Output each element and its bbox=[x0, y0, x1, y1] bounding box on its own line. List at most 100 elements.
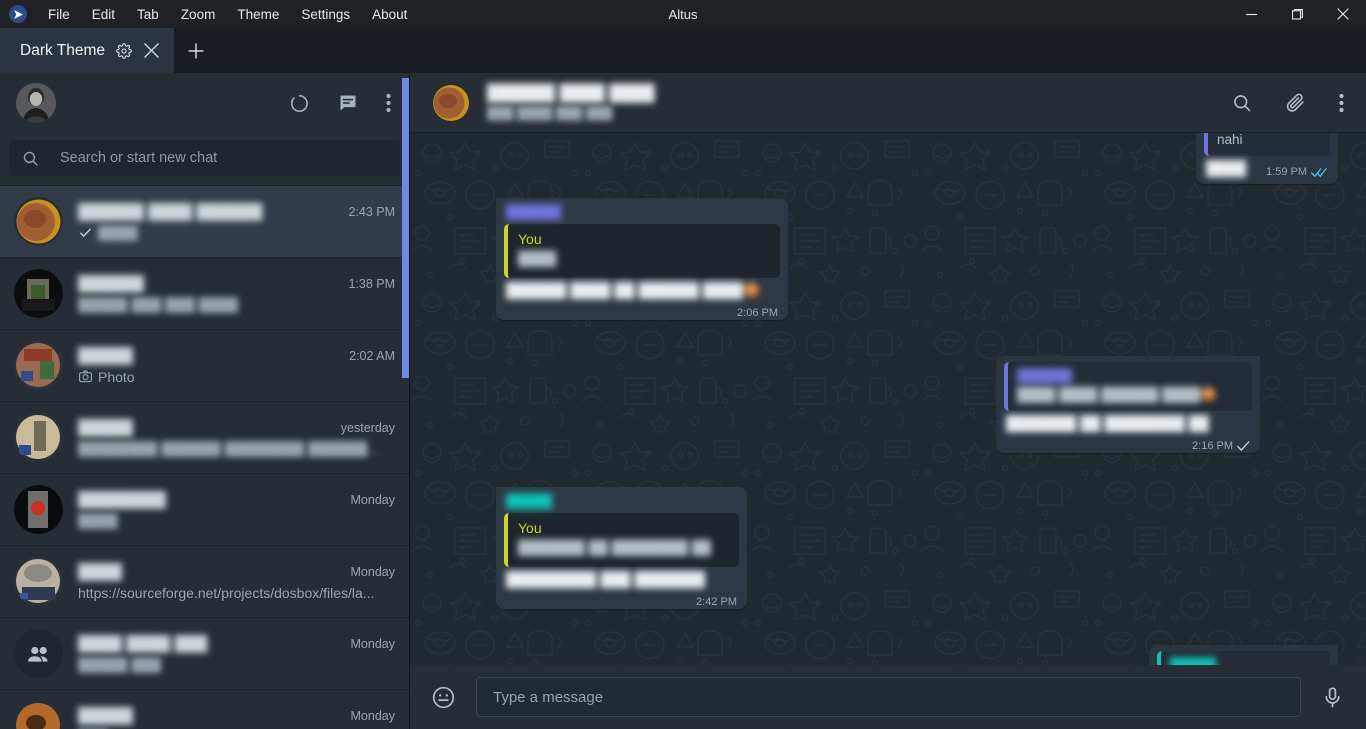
chat-name: █████ bbox=[78, 418, 133, 436]
quoted-text: Pujo kar tarix nahi bbox=[1217, 133, 1243, 147]
chat-list-item[interactable]: █████ Monday ███ bbox=[0, 690, 409, 729]
chat-item-body: ██████ 1:38 PM █████ ███ ███ ████ bbox=[78, 275, 395, 313]
contact-name: ██████ ████ ████ bbox=[487, 85, 655, 102]
quoted-message[interactable]: ██████ ████ ████ ██████ ████🍪 bbox=[1004, 361, 1252, 411]
chat-item-body: █████ 2:02 AM Photo bbox=[78, 347, 395, 385]
search-input[interactable] bbox=[60, 150, 387, 166]
message-text: ███████ ██ ████████ ██ bbox=[1006, 415, 1209, 432]
close-icon[interactable] bbox=[143, 42, 160, 59]
menu-icon[interactable] bbox=[1339, 93, 1344, 113]
message-row: █████ ████ ██ █████ ██ ██ █████ ████ 2:4… bbox=[438, 644, 1338, 665]
chat-time: Monday bbox=[350, 708, 395, 723]
sidebar-scrollbar[interactable] bbox=[402, 78, 409, 378]
message-text: ██████ ████ ██ ██████ ████🍪 bbox=[506, 282, 761, 299]
altus-logo-icon bbox=[9, 5, 27, 23]
message-bubble-outgoing[interactable]: Pujo kar tarix nahi ████ 1:59 PM bbox=[1196, 133, 1338, 184]
window-controls bbox=[1228, 0, 1366, 28]
tab-dark-theme[interactable]: Dark Theme bbox=[0, 28, 174, 73]
chat-item-body: █████ yesterday ████████ ██████ ████████… bbox=[78, 419, 395, 457]
chat-preview: ████ bbox=[78, 512, 118, 529]
menu-file[interactable]: File bbox=[37, 3, 81, 26]
message-time: 2:06 PM bbox=[737, 306, 778, 319]
status-icon[interactable] bbox=[289, 93, 310, 114]
chat-item-body: ██████ ████ ██████ 2:43 PM ████ bbox=[78, 203, 395, 241]
sidebar: ██████ ████ ██████ 2:43 PM ████ bbox=[0, 73, 410, 729]
quoted-message[interactable]: █████ ████ ██ █████ ██ ██ █████ bbox=[1157, 650, 1330, 665]
minimize-icon[interactable] bbox=[1228, 0, 1274, 28]
new-chat-icon[interactable] bbox=[338, 93, 358, 113]
chat-name: █████ bbox=[78, 706, 133, 724]
menu-zoom[interactable]: Zoom bbox=[170, 3, 227, 26]
avatar bbox=[14, 557, 63, 606]
gear-icon[interactable] bbox=[116, 42, 132, 59]
chat-list-item[interactable]: ████████ Monday ████ bbox=[0, 474, 409, 546]
message-sender: ██████ bbox=[506, 203, 562, 219]
menu-icon[interactable] bbox=[386, 93, 391, 113]
chat-preview: ████████ ██████ ████████ ██████… bbox=[78, 440, 382, 457]
menu-theme[interactable]: Theme bbox=[226, 3, 290, 26]
search-icon[interactable] bbox=[1232, 93, 1252, 113]
microphone-icon[interactable] bbox=[1321, 686, 1344, 709]
menu-tab[interactable]: Tab bbox=[126, 3, 170, 26]
quoted-message[interactable]: You ███████ ██ ████████ ██ bbox=[504, 512, 739, 567]
conversation-header[interactable]: ██████ ████ ████ ███ ████ ███ ███ bbox=[410, 73, 1366, 133]
chat-list[interactable]: ██████ ████ ██████ 2:43 PM ████ ██████ 1… bbox=[0, 186, 409, 729]
quoted-message[interactable]: You ████ bbox=[504, 223, 780, 278]
plus-icon[interactable] bbox=[174, 28, 218, 73]
search-bar-wrap bbox=[0, 133, 409, 186]
message-input[interactable] bbox=[493, 688, 1284, 706]
quoted-text: ████ bbox=[518, 250, 557, 266]
search-bar[interactable] bbox=[9, 140, 400, 176]
chat-name: ██████ ████ ██████ bbox=[78, 202, 263, 220]
message-row: ██████ You ████ ██████ ████ ██ ██████ ██… bbox=[496, 197, 1338, 320]
chat-item-body: ████ Monday https://sourceforge.net/proj… bbox=[78, 563, 395, 601]
message-meta: 2:16 PM bbox=[1192, 440, 1252, 452]
avatar bbox=[14, 413, 63, 462]
group-icon bbox=[27, 646, 48, 662]
sidebar-header bbox=[0, 73, 409, 133]
contact-info: ██████ ████ ████ ███ ████ ███ ███ bbox=[487, 85, 655, 120]
menu-edit[interactable]: Edit bbox=[81, 3, 126, 26]
message-area[interactable]: Pujo kar tarix nahi ████ 1:59 PM bbox=[410, 133, 1366, 665]
chat-list-item[interactable]: ████ Monday https://sourceforge.net/proj… bbox=[0, 546, 409, 618]
menu-about[interactable]: About bbox=[361, 3, 418, 26]
chat-list-item[interactable]: █████ 2:02 AM Photo bbox=[0, 330, 409, 402]
quoted-message[interactable]: Pujo kar tarix nahi bbox=[1204, 133, 1330, 156]
chat-preview: https://sourceforge.net/projects/dosbox/… bbox=[78, 584, 375, 601]
chat-time: 2:43 PM bbox=[348, 204, 395, 219]
message-bubble-incoming[interactable]: ██████ You ████ ██████ ████ ██ ██████ ██… bbox=[496, 197, 788, 320]
contact-avatar[interactable] bbox=[431, 82, 471, 123]
close-icon[interactable] bbox=[1320, 0, 1366, 28]
message-scroll[interactable]: Pujo kar tarix nahi ████ 1:59 PM bbox=[410, 133, 1366, 665]
chat-item-body: ████ ████ ███ Monday █████ ███ bbox=[78, 635, 395, 673]
message-bubble-outgoing[interactable]: ██████ ████ ████ ██████ ████🍪 ███████ ██… bbox=[996, 355, 1260, 453]
maximize-icon[interactable] bbox=[1274, 0, 1320, 28]
message-text: █████████ ███ ███████ bbox=[506, 571, 705, 588]
check-icon bbox=[1237, 440, 1250, 452]
message-row: ██████ ████ ████ ██████ ████🍪 ███████ ██… bbox=[438, 355, 1260, 453]
message-row: Pujo kar tarix nahi ████ 1:59 PM bbox=[438, 133, 1338, 184]
chat-list-item[interactable]: ████ ████ ███ Monday █████ ███ bbox=[0, 618, 409, 690]
chat-preview: █████ ███ ███ ████ bbox=[78, 296, 239, 313]
tab-label: Dark Theme bbox=[20, 41, 105, 59]
message-input-wrap[interactable] bbox=[476, 677, 1301, 717]
chat-list-item[interactable]: ██████ ████ ██████ 2:43 PM ████ bbox=[0, 186, 409, 258]
attach-icon[interactable] bbox=[1285, 92, 1306, 113]
menu-settings[interactable]: Settings bbox=[290, 3, 361, 26]
message-bubble-incoming[interactable]: █████ You ███████ ██ ████████ ██ ███████… bbox=[496, 486, 747, 609]
quoted-text: ████ ████ ██████ ████🍪 bbox=[1017, 386, 1218, 402]
message-row: █████ You ███████ ██ ████████ ██ ███████… bbox=[496, 486, 1338, 609]
chat-name: ████ ████ ███ bbox=[78, 634, 208, 652]
user-avatar[interactable] bbox=[16, 83, 56, 123]
chat-time: 1:38 PM bbox=[348, 276, 395, 291]
chat-time: 2:02 AM bbox=[349, 348, 395, 363]
quoted-author: ██████ bbox=[1017, 367, 1073, 383]
emoji-icon[interactable] bbox=[431, 685, 456, 710]
message-meta: 2:42 PM bbox=[696, 596, 739, 608]
message-bubble-outgoing[interactable]: █████ ████ ██ █████ ██ ██ █████ ████ 2:4… bbox=[1149, 644, 1338, 665]
avatar bbox=[14, 341, 63, 390]
message-time: 2:16 PM bbox=[1192, 439, 1233, 452]
double-check-read-icon bbox=[1311, 166, 1328, 179]
chat-list-item[interactable]: ██████ 1:38 PM █████ ███ ███ ████ bbox=[0, 258, 409, 330]
chat-list-item[interactable]: █████ yesterday ████████ ██████ ████████… bbox=[0, 402, 409, 474]
